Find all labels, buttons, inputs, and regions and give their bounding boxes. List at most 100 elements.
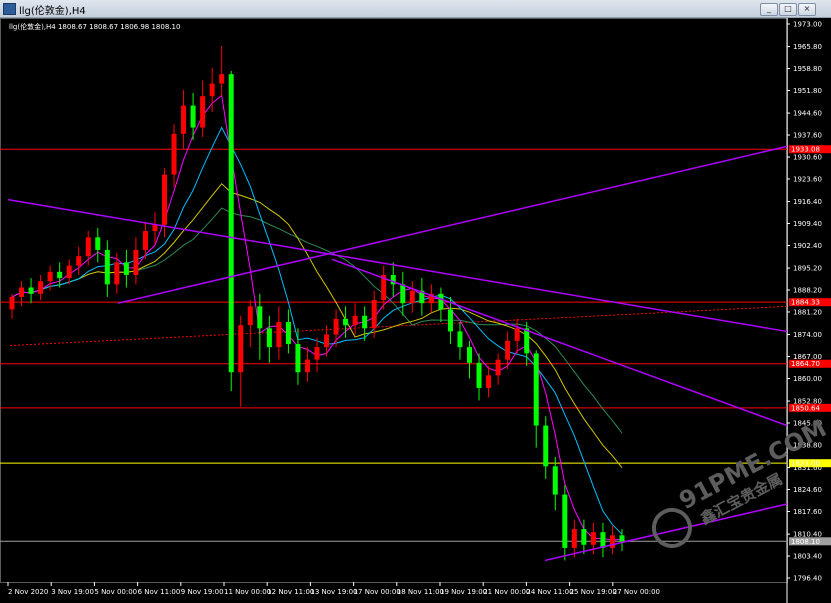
y-tick-label: 1923.60 bbox=[793, 175, 822, 183]
candle-body bbox=[133, 249, 139, 275]
candle-body bbox=[486, 375, 492, 388]
y-tick-label: 1860.00 bbox=[793, 375, 822, 383]
x-tick-label: 6 Nov 11:00 bbox=[138, 588, 181, 596]
candle-body bbox=[571, 529, 577, 548]
x-tick-label: 5 Nov 00:00 bbox=[94, 588, 137, 596]
candle-body bbox=[152, 224, 158, 232]
y-tick-label: 1930.60 bbox=[793, 154, 822, 162]
y-tick-label: 1874.00 bbox=[793, 331, 822, 339]
window-titlebar[interactable]: llg(伦敦金),H4 _ □ × bbox=[0, 0, 831, 18]
candle-body bbox=[28, 287, 34, 294]
candle-body bbox=[66, 265, 72, 279]
candle-body bbox=[181, 105, 187, 134]
x-tick-label: 2 Nov 2020 bbox=[8, 588, 48, 596]
candle-body bbox=[171, 133, 177, 175]
candle-body bbox=[533, 353, 539, 426]
chart-window-icon bbox=[3, 3, 16, 15]
trendline-lower-down bbox=[331, 258, 788, 427]
candle-body bbox=[352, 315, 358, 326]
minimize-button[interactable]: _ bbox=[760, 3, 778, 16]
candle-body bbox=[38, 281, 44, 294]
y-tick-label: 1803.40 bbox=[793, 553, 822, 561]
chart-header: llg(伦敦金),H4 1808.67 1808.67 1806.98 1808… bbox=[9, 22, 180, 31]
x-tick-label: 21 Nov 00:00 bbox=[483, 588, 530, 596]
y-tick-label: 1965.80 bbox=[793, 43, 822, 51]
x-tick-label: 27 Nov 00:00 bbox=[613, 588, 660, 596]
trendline-up bbox=[117, 145, 788, 304]
candle-body bbox=[19, 287, 25, 297]
candle-body bbox=[543, 425, 549, 467]
price-chart[interactable]: llg(伦敦金),H4 1808.67 1808.67 1806.98 1808… bbox=[0, 18, 831, 603]
candle-body bbox=[285, 322, 291, 344]
candle-body bbox=[47, 271, 53, 282]
y-tick-label: 1973.00 bbox=[793, 21, 822, 29]
x-tick-label: 11 Nov 00:00 bbox=[224, 588, 271, 596]
y-tick-label: 1796.40 bbox=[793, 575, 822, 583]
candle-body bbox=[247, 306, 253, 326]
level-label: 1808.10 bbox=[791, 538, 820, 546]
candle-body bbox=[200, 96, 206, 128]
candle-body bbox=[505, 340, 511, 360]
candle-body bbox=[85, 237, 91, 257]
candle-body bbox=[343, 318, 349, 326]
level-label: 1833.00 bbox=[791, 460, 820, 468]
y-tick-label: 1944.60 bbox=[793, 110, 822, 118]
candle-body bbox=[57, 271, 63, 279]
y-tick-label: 1916.40 bbox=[793, 198, 822, 206]
candle-body bbox=[276, 322, 282, 348]
candle-body bbox=[228, 74, 234, 373]
candle-body bbox=[524, 328, 530, 354]
candle-body bbox=[514, 328, 520, 341]
y-tick-label: 1817.60 bbox=[793, 508, 822, 516]
chart-canvas[interactable]: llg(伦敦金),H4 1808.67 1808.67 1806.98 1808… bbox=[0, 18, 831, 603]
candle-body bbox=[371, 300, 377, 329]
y-tick-label: 1902.40 bbox=[793, 242, 822, 250]
candle-body bbox=[467, 347, 472, 363]
y-tick-label: 1958.80 bbox=[793, 65, 822, 73]
candle-body bbox=[257, 306, 263, 329]
y-tick-label: 1937.60 bbox=[793, 132, 822, 140]
candle-body bbox=[238, 325, 244, 373]
y-tick-label: 1881.20 bbox=[793, 308, 822, 316]
candle-body bbox=[9, 296, 15, 310]
candle-body bbox=[123, 262, 129, 275]
candle-body bbox=[362, 315, 368, 329]
candle-body bbox=[619, 535, 625, 542]
candle-body bbox=[209, 83, 215, 97]
candle-body bbox=[76, 256, 82, 266]
ma-slow-line bbox=[11, 183, 623, 469]
candle-body bbox=[438, 293, 444, 310]
maximize-button[interactable]: □ bbox=[779, 3, 797, 16]
candle-body bbox=[95, 237, 101, 250]
level-label: 1864.70 bbox=[791, 360, 820, 368]
x-tick-label: 18 Nov 11:00 bbox=[397, 588, 444, 596]
candle-body bbox=[400, 284, 406, 304]
y-tick-label: 1824.60 bbox=[793, 486, 822, 494]
candle-body bbox=[609, 535, 615, 548]
y-tick-label: 1951.80 bbox=[793, 87, 822, 95]
x-tick-label: 25 Nov 19:00 bbox=[570, 588, 617, 596]
candle-body bbox=[447, 309, 453, 332]
candle-body bbox=[476, 362, 482, 388]
candle-body bbox=[457, 331, 463, 348]
x-tick-label: 9 Nov 19:00 bbox=[181, 588, 224, 596]
candle-body bbox=[409, 290, 415, 304]
y-tick-label: 1895.20 bbox=[793, 265, 822, 273]
level-label: 1884.33 bbox=[791, 299, 820, 307]
candle-body bbox=[114, 262, 120, 285]
x-tick-label: 17 Nov 00:00 bbox=[354, 588, 401, 596]
candle-body bbox=[162, 174, 167, 225]
ma-mid-line bbox=[11, 126, 623, 535]
candle-body bbox=[314, 347, 320, 360]
y-tick-label: 1888.20 bbox=[793, 287, 822, 295]
candle-body bbox=[333, 318, 339, 335]
candle-body bbox=[142, 231, 148, 250]
x-tick-label: 3 Nov 19:00 bbox=[51, 588, 94, 596]
x-tick-label: 12 Nov 11:00 bbox=[267, 588, 314, 596]
plot-frame bbox=[0, 18, 788, 583]
close-button[interactable]: × bbox=[798, 3, 816, 16]
y-tick-label: 1909.40 bbox=[793, 220, 822, 228]
candle-body bbox=[304, 359, 310, 373]
candle-body bbox=[190, 105, 196, 128]
candle-body bbox=[590, 532, 596, 545]
